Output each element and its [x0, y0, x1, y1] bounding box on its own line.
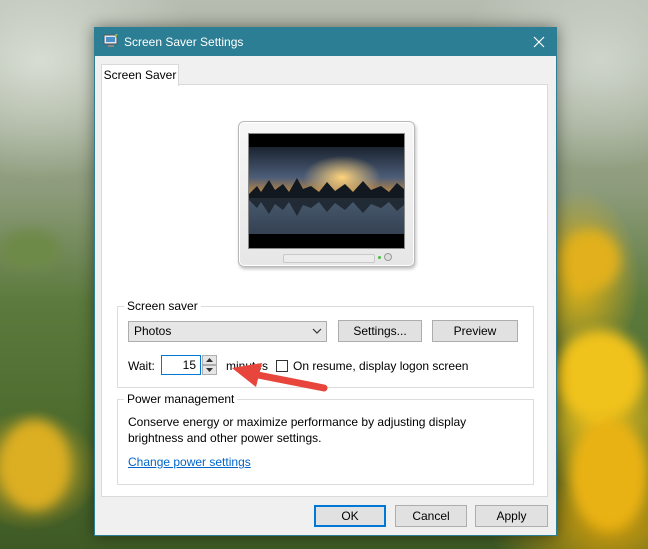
close-button[interactable]	[522, 28, 556, 56]
power-led	[378, 256, 381, 259]
power-description-line2: brightness and other power settings.	[128, 431, 322, 445]
close-icon	[533, 36, 545, 48]
monitor-base	[283, 254, 375, 263]
screen-saver-app-icon	[103, 34, 119, 49]
chevron-down-icon	[312, 328, 322, 334]
power-management-group: Power management Conserve energy or maxi…	[117, 392, 534, 485]
apply-button[interactable]: Apply	[475, 505, 548, 527]
monitor-preview-icon	[238, 121, 415, 267]
spin-down-button[interactable]	[202, 365, 217, 375]
spin-up-button[interactable]	[202, 355, 217, 365]
red-arrow-icon	[232, 363, 328, 392]
screen-saver-dropdown[interactable]: Photos	[128, 321, 327, 342]
sunset-lake-photo	[249, 147, 404, 234]
ok-button[interactable]: OK	[314, 505, 386, 527]
spin-up-icon	[206, 358, 213, 362]
title-bar[interactable]: Screen Saver Settings	[95, 28, 556, 56]
blurred-flower	[560, 230, 620, 290]
screen-saver-selected: Photos	[134, 324, 172, 338]
screen-saver-legend: Screen saver	[124, 299, 201, 313]
blurred-foliage	[0, 230, 60, 270]
power-knob	[384, 253, 392, 261]
settings-button[interactable]: Settings...	[338, 320, 422, 342]
change-power-settings-link[interactable]: Change power settings	[128, 455, 251, 469]
wait-label: Wait:	[128, 359, 155, 373]
preview-button[interactable]: Preview	[432, 320, 518, 342]
window-title: Screen Saver Settings	[124, 35, 244, 49]
blurred-flower	[555, 330, 645, 420]
blurred-flower	[0, 420, 70, 510]
screen-saver-settings-dialog: Screen Saver Settings Screen Saver Scree…	[94, 27, 557, 536]
tab-screen-saver[interactable]: Screen Saver	[101, 64, 179, 86]
tab-panel: Screen saver Photos Settings... Preview …	[101, 84, 548, 497]
spin-down-icon	[206, 368, 213, 372]
cancel-button[interactable]: Cancel	[395, 505, 467, 527]
power-management-legend: Power management	[124, 392, 238, 406]
preview-screen	[248, 133, 405, 249]
wait-minutes-input[interactable]: 15	[161, 355, 201, 375]
blurred-flower	[570, 420, 648, 530]
power-description-line1: Conserve energy or maximize performance …	[128, 415, 467, 429]
